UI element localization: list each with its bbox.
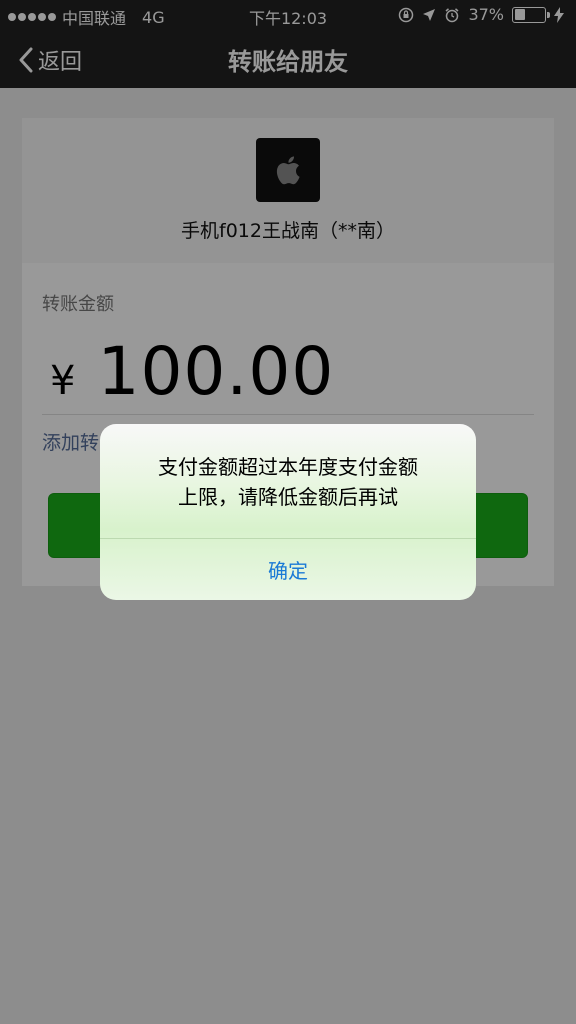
alert-message-line-2: 上限，请降低金额后再试: [178, 485, 398, 509]
alert-message: 支付金额超过本年度支付金额 上限，请降低金额后再试: [120, 452, 456, 512]
alert-message-line-1: 支付金额超过本年度支付金额: [158, 455, 418, 479]
alert-ok-button[interactable]: 确定: [100, 539, 476, 600]
alert-dialog: 支付金额超过本年度支付金额 上限，请降低金额后再试 确定: [100, 424, 476, 600]
